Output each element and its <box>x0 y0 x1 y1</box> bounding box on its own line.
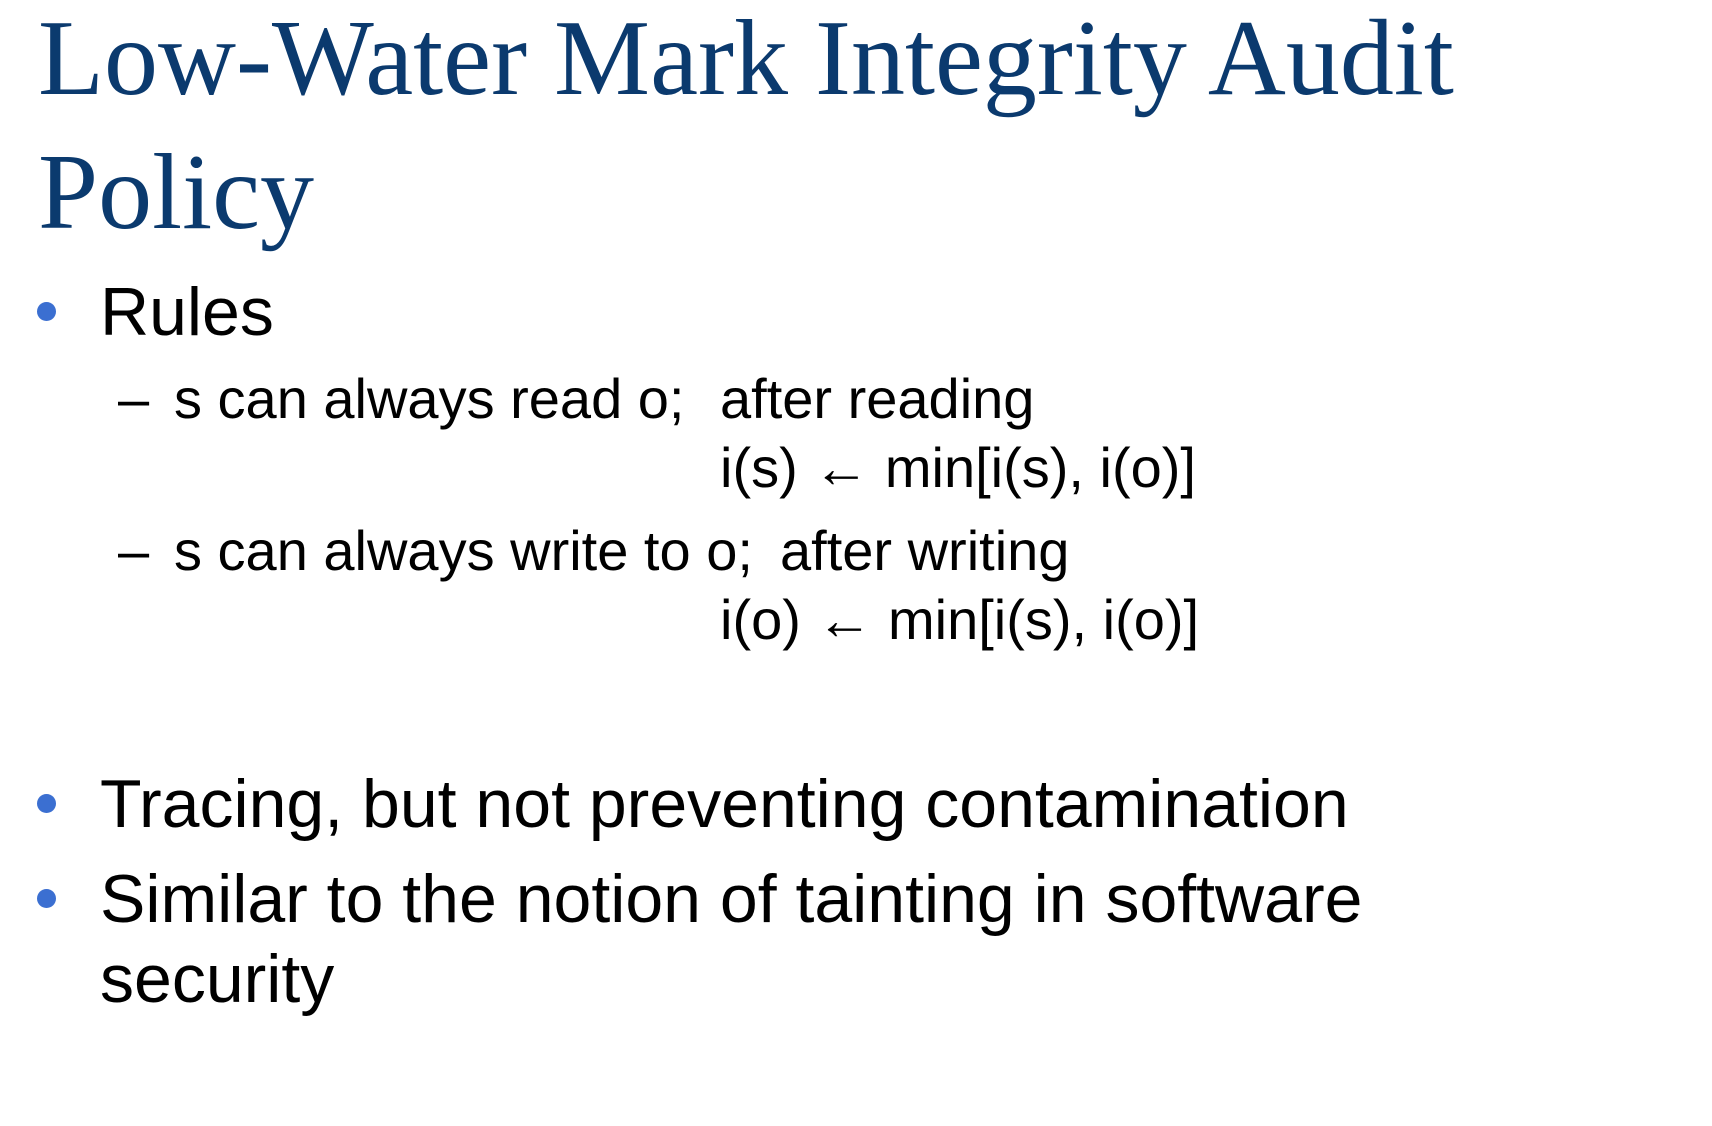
sub-dash-read: – <box>118 367 150 430</box>
sub-item-read: s can always read o; <box>174 367 685 430</box>
bullet-tracing: Tracing, but not preventing contaminatio… <box>100 766 1349 842</box>
slide: Low-Water Mark Integrity Audit Policy Ru… <box>0 0 1712 1126</box>
bullet-rules: Rules <box>100 274 274 350</box>
bullet-dot-tracing <box>37 794 56 813</box>
bullet-tainting-continuation: security <box>100 941 335 1017</box>
sub-dash-write: – <box>118 519 150 582</box>
slide-title: Low-Water Mark Integrity Audit Policy <box>38 0 1454 252</box>
sub-item-write-formula: i(o) ← min[i(s), i(o)] <box>720 588 1200 651</box>
sub-item-write-continuation: after writing <box>780 519 1070 582</box>
sub-item-read-continuation: after reading <box>720 367 1035 430</box>
bullet-dot-rules <box>37 302 56 321</box>
sub-item-read-formula: i(s) ← min[i(s), i(o)] <box>720 436 1196 499</box>
bullet-tainting: Similar to the notion of tainting in sof… <box>100 861 1363 937</box>
bullet-dot-tainting <box>37 889 56 908</box>
sub-item-write: s can always write to o; <box>174 519 753 582</box>
